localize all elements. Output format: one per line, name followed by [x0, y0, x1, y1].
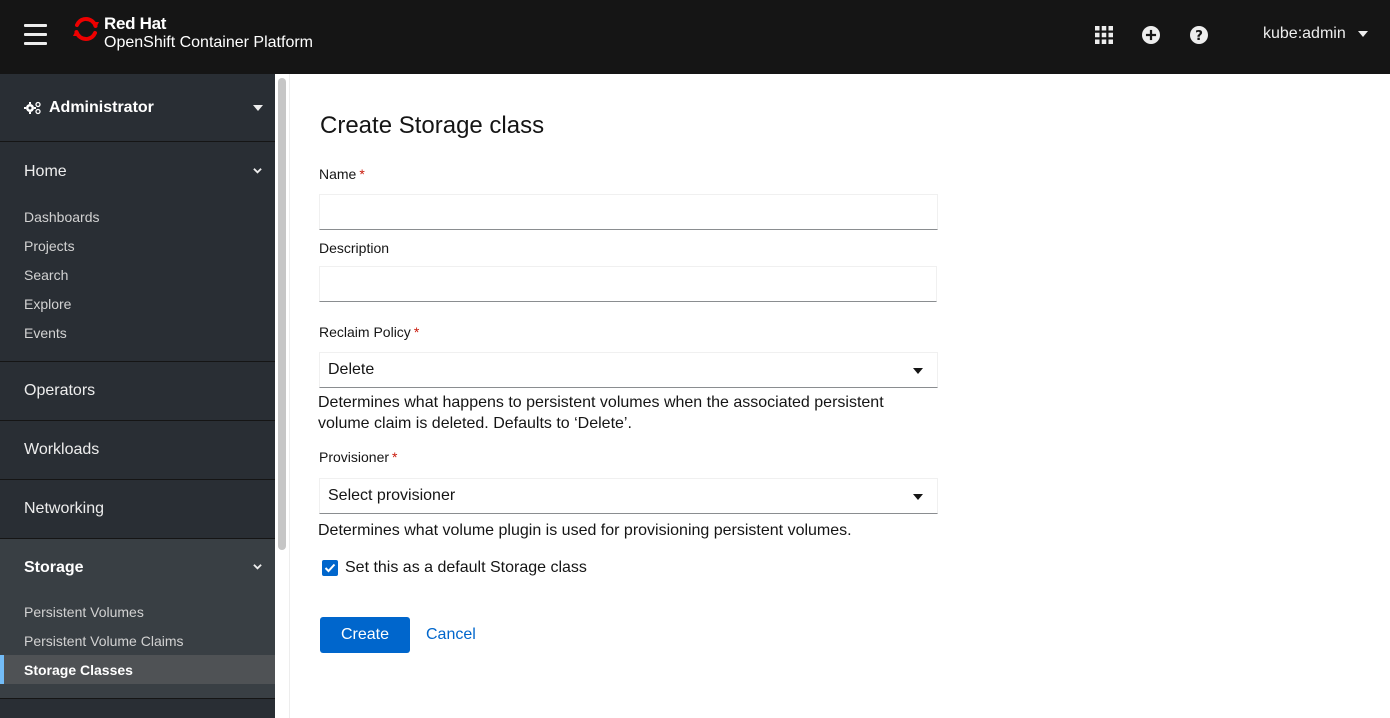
- chevron-down-icon: [253, 168, 262, 174]
- nav-header-operators[interactable]: Operators: [0, 362, 275, 420]
- default-storage-class-label: Set this as a default Storage class: [345, 559, 587, 576]
- import-plus-circle-icon[interactable]: [1142, 26, 1160, 44]
- perspective-label: Administrator: [49, 98, 154, 116]
- product-name-rest: Container Platform: [175, 34, 313, 51]
- default-storage-class-checkbox[interactable]: [322, 560, 338, 576]
- brand-logo-link[interactable]: Red Hat OpenShift Container Platform: [72, 14, 313, 52]
- nav-header-storage[interactable]: Storage: [0, 539, 275, 597]
- sidebar-item-events[interactable]: Events: [0, 318, 275, 347]
- reclaim-policy-help: Determines what happens to persistent vo…: [318, 394, 884, 432]
- user-name: kube:admin: [1263, 25, 1346, 42]
- description-input[interactable]: [319, 266, 937, 302]
- nav-section-workloads: Workloads: [0, 421, 275, 480]
- nav-header-label: Storage: [24, 559, 84, 576]
- redhat-logo-icon: [73, 17, 99, 41]
- product-name-bold: OpenShift: [104, 34, 176, 51]
- sidebar-item-storage-classes[interactable]: Storage Classes: [0, 655, 275, 684]
- sidebar-item-projects[interactable]: Projects: [0, 231, 275, 260]
- provisioner-selected: Select provisioner: [328, 487, 456, 504]
- required-indicator: *: [392, 449, 398, 465]
- sidebar-scrollbar[interactable]: [275, 74, 290, 718]
- name-input[interactable]: [319, 194, 938, 230]
- required-indicator: *: [413, 324, 420, 340]
- name-label-text: Name: [319, 166, 357, 182]
- product-name: OpenShift Container Platform: [104, 33, 313, 52]
- provisioner-label-text: Provisioner: [319, 449, 390, 465]
- description-label: Description: [319, 240, 390, 256]
- nav-section-operators: Operators: [0, 362, 275, 421]
- chevron-down-icon: [253, 564, 262, 570]
- nav-section-home: Home Dashboards Projects Search Explore …: [0, 142, 275, 362]
- sidebar-nav: Administrator Home Dashboards Projects S…: [0, 74, 275, 718]
- sidebar-item-persistent-volume-claims[interactable]: Persistent Volume Claims: [0, 626, 275, 655]
- hamburger-menu-icon[interactable]: [24, 24, 47, 46]
- caret-down-icon: [1357, 31, 1368, 37]
- sidebar-item-persistent-volumes[interactable]: Persistent Volumes: [0, 597, 275, 626]
- scrollbar-thumb[interactable]: [278, 78, 286, 550]
- create-button[interactable]: Create: [320, 617, 410, 653]
- sidebar-item-search[interactable]: Search: [0, 260, 275, 289]
- help-question-circle-icon[interactable]: ?: [1190, 26, 1208, 44]
- nav-section-networking: Networking: [0, 480, 275, 539]
- reclaim-policy-label-text: Reclaim Policy: [319, 324, 411, 340]
- checkmark-icon: [324, 563, 336, 573]
- sidebar-item-explore[interactable]: Explore: [0, 289, 275, 318]
- app-launcher-grid-icon[interactable]: [1095, 26, 1113, 44]
- provisioner-dropdown[interactable]: Select provisioner: [319, 478, 938, 514]
- required-indicator: *: [359, 166, 365, 182]
- cancel-link[interactable]: Cancel: [426, 626, 476, 644]
- nav-header-home[interactable]: Home: [0, 142, 275, 202]
- main-content: Create Storage class Name * Description R…: [291, 74, 1390, 718]
- user-menu-dropdown[interactable]: kube:admin: [1263, 25, 1368, 43]
- provisioner-label: Provisioner *: [319, 449, 397, 465]
- nav-header-label: Home: [24, 163, 67, 180]
- sidebar-item-dashboards[interactable]: Dashboards: [0, 202, 275, 231]
- reclaim-policy-dropdown[interactable]: Delete: [319, 352, 938, 388]
- nav-section-storage: Storage Persistent Volumes Persistent Vo…: [0, 539, 275, 699]
- masthead: Red Hat OpenShift Container Platform ? k…: [0, 0, 1390, 74]
- perspective-switcher[interactable]: Administrator: [0, 74, 275, 142]
- name-label: Name *: [319, 166, 365, 182]
- reclaim-policy-selected: Delete: [328, 361, 375, 378]
- reclaim-policy-label: Reclaim Policy *: [319, 324, 419, 340]
- brand-name: Red Hat: [104, 14, 167, 33]
- caret-down-icon: [913, 494, 923, 500]
- svg-text:?: ?: [1195, 28, 1203, 44]
- cogs-icon: [24, 101, 41, 114]
- page-title: Create Storage class: [320, 112, 545, 139]
- default-storage-class-checkbox-row[interactable]: Set this as a default Storage class: [322, 559, 587, 577]
- nav-header-workloads[interactable]: Workloads: [0, 421, 275, 479]
- provisioner-help: Determines what volume plugin is used fo…: [318, 522, 852, 539]
- caret-down-icon: [253, 104, 263, 111]
- caret-down-icon: [913, 368, 923, 374]
- nav-header-networking[interactable]: Networking: [0, 480, 275, 538]
